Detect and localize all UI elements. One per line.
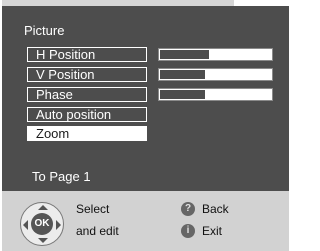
- help-exit-text: Exit: [202, 224, 223, 238]
- help-back-text: Back: [202, 202, 229, 216]
- phase-slider[interactable]: [158, 88, 273, 101]
- h-position-slider-fill: [160, 50, 209, 59]
- v-position-slider-fill: [160, 70, 206, 79]
- dpad-ok-icon: OK: [20, 202, 64, 246]
- ok-icon: OK: [31, 213, 53, 235]
- menu-item-zoom[interactable]: Zoom: [27, 126, 147, 141]
- arrow-left-icon: [23, 220, 28, 230]
- back-icon: ?: [181, 202, 195, 216]
- help-select-text: Select: [76, 202, 110, 216]
- help-edit-text: and edit: [76, 224, 119, 238]
- menu-item-v-position[interactable]: V Position: [27, 67, 147, 82]
- arrow-up-icon: [38, 205, 48, 210]
- menu-item-h-position[interactable]: H Position: [27, 47, 147, 62]
- menu-item-phase[interactable]: Phase: [27, 87, 147, 102]
- v-position-slider[interactable]: [158, 68, 273, 81]
- to-page-1-link[interactable]: To Page 1: [32, 169, 91, 184]
- menu-item-auto-position[interactable]: Auto position: [27, 107, 147, 122]
- phase-slider-fill: [160, 90, 206, 99]
- arrow-down-icon: [38, 238, 48, 243]
- arrow-right-icon: [56, 220, 61, 230]
- exit-icon: i: [181, 224, 195, 238]
- menu-title: Picture: [24, 23, 65, 38]
- h-position-slider[interactable]: [158, 48, 273, 61]
